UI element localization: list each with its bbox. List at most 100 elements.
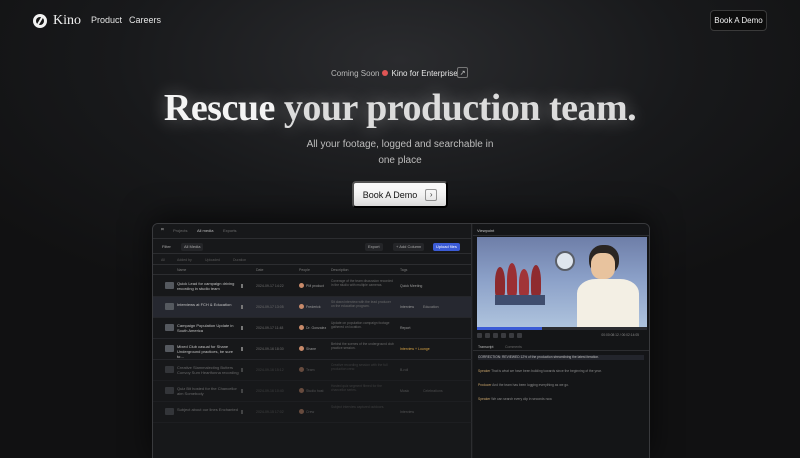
view-selector[interactable]: All Media — [181, 243, 204, 251]
transcript-line[interactable]: Speaker That is what we have been buildi… — [478, 369, 644, 374]
transcript-line[interactable]: CORRECTION: REVIEWED 12% of the producti… — [478, 355, 644, 360]
tab-transcript[interactable]: Transcript — [478, 345, 493, 349]
clip-person: Team — [306, 368, 315, 372]
tab-comments[interactable]: Comments — [505, 345, 522, 349]
announcement-bar[interactable]: Coming Soon Kino for Enterprise — [331, 67, 458, 79]
avatar — [299, 346, 304, 351]
media-library-panel: ⌗ Projects All media Exports Filter All … — [153, 224, 472, 458]
column-description[interactable]: Description — [331, 268, 349, 272]
hero-subtitle: All your footage, logged and searchable … — [306, 139, 494, 166]
clip-name: Quiz Bit hosted for the Chancellor aim S… — [177, 386, 237, 396]
tab-exports[interactable]: Exports — [223, 228, 237, 233]
player-controls: 00:00:08:12 / 00:02:14:05 — [477, 332, 647, 340]
clip-thumbnail — [165, 324, 174, 331]
hero-cta-label: Book A Demo — [362, 189, 418, 200]
clip-tag[interactable]: Music — [400, 389, 409, 393]
timeline-scrubber[interactable] — [477, 327, 647, 330]
export-button[interactable]: Export — [365, 243, 383, 251]
flag-icon[interactable] — [241, 305, 243, 309]
table-row[interactable]: Quick Lead for campaign driving recordin… — [153, 276, 472, 297]
filter-duration[interactable]: Duration — [233, 258, 246, 262]
book-demo-hero-button[interactable]: Book A Demo › — [352, 181, 448, 208]
clip-tag-secondary[interactable]: Education — [423, 305, 439, 309]
top-nav: Kino Product Careers Book A Demo — [0, 0, 800, 42]
play-icon[interactable] — [477, 333, 482, 338]
flag-icon[interactable] — [241, 368, 243, 372]
avatar — [299, 304, 304, 309]
table-row[interactable]: Creative Slammalecting Butters Convoy Su… — [153, 360, 472, 381]
nav-link-product[interactable]: Product — [91, 15, 122, 25]
avatar — [299, 388, 304, 393]
clip-tag[interactable]: Quick Meeting — [400, 284, 422, 288]
external-arrow-icon[interactable]: ↗ — [457, 67, 468, 78]
column-people[interactable]: People — [299, 268, 310, 272]
library-tabs: ⌗ Projects All media Exports — [153, 224, 472, 239]
tab-all-media[interactable]: All media — [197, 228, 213, 233]
video-lamp — [555, 251, 575, 271]
table-row[interactable]: Quiz Bit hosted for the Chancellor aim S… — [153, 381, 472, 402]
rose-icon — [382, 70, 389, 76]
table-row[interactable]: Subject about our lines Enchanted 2024-09… — [153, 402, 472, 423]
flag-icon[interactable] — [241, 326, 243, 330]
skip-forward-icon[interactable] — [493, 333, 498, 338]
clip-name: Subject about our lines Enchanted — [177, 407, 238, 412]
transcript-text: CORRECTION: REVIEWED 12% of the producti… — [478, 355, 600, 359]
skip-back-icon[interactable] — [485, 333, 490, 338]
table-row[interactable]: Interviews at FCH & Education 2024-09-17 … — [153, 297, 472, 318]
clip-date: 2024-09-16 15:12 — [256, 368, 284, 372]
clip-thumbnail — [165, 345, 174, 352]
tab-projects[interactable]: Projects — [173, 228, 187, 233]
clip-tag[interactable]: B-roll — [400, 368, 408, 372]
timeline-progress — [477, 327, 542, 330]
flag-icon[interactable] — [241, 284, 243, 288]
column-name[interactable]: Name — [177, 268, 186, 272]
clip-person: Frederick — [306, 305, 321, 309]
volume-icon[interactable] — [501, 333, 506, 338]
headline-emphasis: Rescue — [163, 87, 275, 129]
clip-date: 2024-09-17 11:48 — [256, 326, 284, 330]
filter-added-by[interactable]: Added by — [177, 258, 192, 262]
table-row[interactable]: Mixed Club casual for Shane Underground … — [153, 339, 472, 360]
upload-button[interactable]: Upload files — [433, 243, 460, 251]
video-figure — [519, 269, 529, 297]
clip-tag-secondary[interactable]: Celebrations — [423, 389, 443, 393]
flag-icon[interactable] — [241, 347, 243, 351]
clip-tag[interactable]: Interview — [400, 410, 414, 414]
filter-bar: All Added by Uploaded Duration — [153, 255, 472, 265]
transcript-text: And the team has been logging everything… — [492, 383, 569, 387]
transcript-speaker: Producer — [478, 383, 492, 387]
video-shirt — [577, 279, 639, 327]
clip-date: 2024-09-16 10:40 — [256, 389, 284, 393]
clip-tag[interactable]: Report — [400, 326, 411, 330]
filter-all[interactable]: All — [161, 258, 165, 262]
loop-icon[interactable] — [509, 333, 514, 338]
column-date[interactable]: Date — [256, 268, 263, 272]
table-header: Name Date People Description Tags — [153, 266, 472, 275]
column-tags[interactable]: Tags — [400, 268, 407, 272]
avatar — [299, 283, 304, 288]
video-frame[interactable] — [477, 237, 647, 327]
clip-tag[interactable]: Interview + Lounge — [400, 347, 430, 351]
book-demo-nav-button[interactable]: Book A Demo — [710, 10, 767, 31]
clip-thumbnail — [165, 282, 174, 289]
clip-description: Update on population campaign footage ga… — [331, 321, 390, 330]
brand-logo[interactable]: Kino — [33, 12, 81, 30]
video-face — [591, 253, 615, 279]
clip-person: PM product — [306, 284, 324, 288]
transcript-line[interactable]: Speaker We can search every clip in seco… — [478, 397, 644, 402]
flag-icon[interactable] — [241, 410, 243, 414]
flag-icon[interactable] — [241, 389, 243, 393]
grid-icon: ⌗ — [161, 227, 164, 233]
avatar — [299, 409, 304, 414]
table-row[interactable]: Campaign Population Update in South Amer… — [153, 318, 472, 339]
clip-thumbnail — [165, 366, 174, 373]
clip-name: Interviews at FCH & Education — [177, 302, 232, 307]
add-column-button[interactable]: + Add Column — [393, 243, 425, 251]
mark-icon[interactable] — [517, 333, 522, 338]
transcript-line[interactable]: Producer And the team has been logging e… — [478, 383, 644, 388]
filter-uploaded[interactable]: Uploaded — [205, 258, 220, 262]
filter-button[interactable]: Filter — [159, 243, 174, 251]
nav-link-careers[interactable]: Careers — [129, 15, 161, 25]
clip-description: Hosted quiz segment filmed for the chanc… — [331, 384, 382, 393]
clip-tag[interactable]: Interview — [400, 305, 414, 309]
